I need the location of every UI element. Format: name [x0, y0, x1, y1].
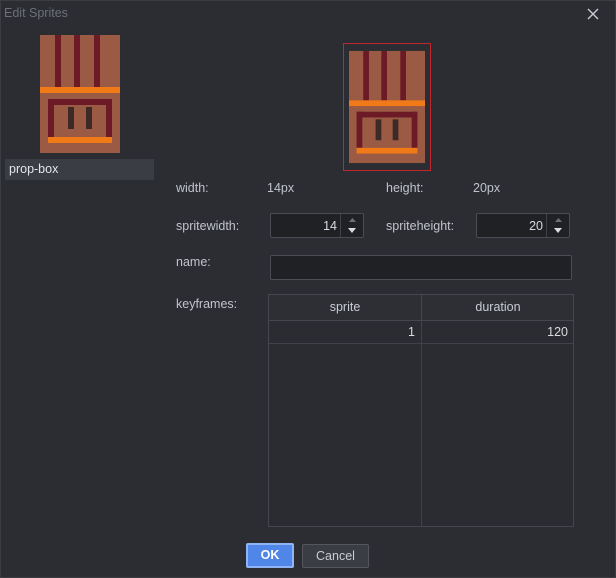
keyframes-table-header: sprite duration — [269, 295, 573, 321]
name-input[interactable] — [270, 255, 572, 280]
sprite-list-item[interactable]: prop-box — [5, 159, 154, 180]
cell-duration[interactable]: 120 — [421, 321, 573, 343]
height-label: height: — [386, 181, 424, 195]
dialog-title: Edit Sprites — [4, 6, 68, 20]
spriteheight-label: spriteheight: — [386, 219, 455, 233]
cancel-button[interactable]: Cancel — [302, 544, 369, 568]
spriteheight-spinbox — [476, 213, 570, 238]
sprite-preview-image — [349, 50, 425, 164]
spriteheight-decrement[interactable] — [547, 225, 569, 236]
close-button[interactable] — [583, 4, 603, 24]
table-row[interactable]: 1 120 — [269, 321, 573, 344]
spriteheight-stepper — [546, 214, 569, 237]
title-bar: Edit Sprites — [1, 1, 615, 27]
sprite-list-panel: prop-box — [2, 28, 157, 577]
spritewidth-stepper — [340, 214, 363, 237]
chevron-up-icon — [554, 217, 562, 222]
height-value: 20px — [473, 181, 501, 195]
ok-button[interactable]: OK — [246, 543, 294, 568]
spriteheight-input[interactable] — [477, 214, 547, 237]
sprite-thumbnail[interactable] — [40, 35, 120, 156]
sprite-preview — [343, 43, 431, 171]
sprite-thumbnail-image — [40, 35, 120, 153]
column-header-sprite[interactable]: sprite — [269, 295, 421, 320]
chevron-up-icon — [348, 217, 356, 222]
name-label: name: — [176, 255, 211, 269]
spritewidth-input[interactable] — [271, 214, 341, 237]
chevron-down-icon — [554, 228, 562, 233]
chevron-down-icon — [348, 228, 356, 233]
spritewidth-increment[interactable] — [341, 214, 363, 225]
close-icon — [587, 8, 599, 20]
edit-sprites-dialog: Edit Sprites prop-box width: 14px height… — [0, 0, 616, 578]
keyframes-label: keyframes: — [176, 297, 238, 311]
spritewidth-decrement[interactable] — [341, 225, 363, 236]
keyframes-table: sprite duration 1 120 — [268, 294, 574, 527]
cell-sprite[interactable]: 1 — [269, 321, 421, 343]
width-label: width: — [176, 181, 209, 195]
spritewidth-spinbox — [270, 213, 364, 238]
width-value: 14px — [267, 181, 295, 195]
spritewidth-label: spritewidth: — [176, 219, 240, 233]
spriteheight-increment[interactable] — [547, 214, 569, 225]
column-header-duration[interactable]: duration — [421, 295, 574, 320]
column-divider — [421, 320, 422, 526]
